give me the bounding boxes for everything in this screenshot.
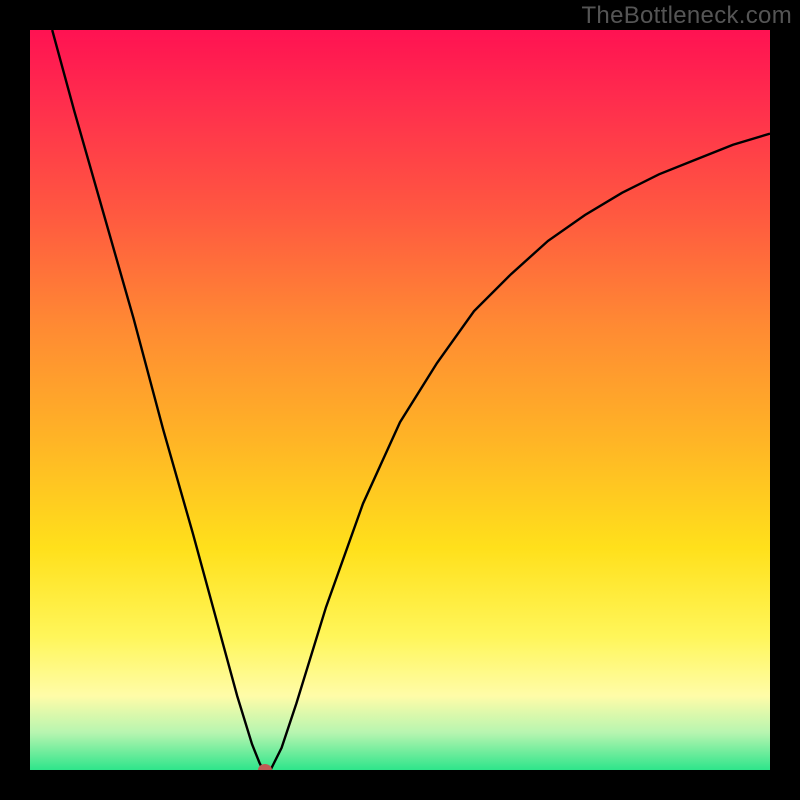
plot-area [30,30,770,770]
curve-path [52,30,770,770]
chart-frame: TheBottleneck.com [0,0,800,800]
bottleneck-curve [30,30,770,770]
minimum-marker [258,764,272,770]
watermark-text: TheBottleneck.com [581,2,792,30]
